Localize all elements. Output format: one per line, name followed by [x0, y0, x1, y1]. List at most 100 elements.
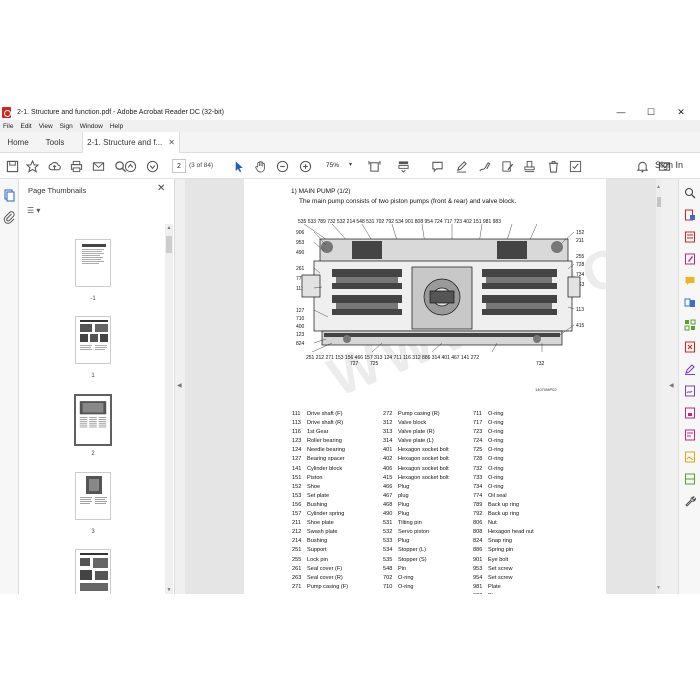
- previous-page-icon[interactable]: [122, 158, 138, 174]
- menu-file[interactable]: File: [3, 123, 13, 130]
- save-icon[interactable]: [4, 158, 20, 174]
- upload-cloud-icon[interactable]: [46, 158, 62, 174]
- parts-list-row: 533 Plug: [383, 538, 468, 547]
- comment-icon[interactable]: [429, 158, 445, 174]
- edit-pdf-icon[interactable]: [684, 253, 696, 265]
- scroll-down-icon[interactable]: ▼: [656, 585, 661, 591]
- maximize-button[interactable]: ☐: [636, 104, 666, 120]
- combine-files-icon[interactable]: [684, 297, 696, 309]
- thumbnail-options-menu[interactable]: ☰ ▾: [27, 206, 40, 215]
- export-pdf-icon[interactable]: [684, 209, 696, 221]
- compress-pdf-icon[interactable]: [684, 341, 696, 353]
- document-scrollbar[interactable]: ▲ ▼: [656, 179, 662, 594]
- print-icon[interactable]: [68, 158, 84, 174]
- attachment-paperclip-icon[interactable]: [3, 211, 16, 224]
- callout-right: 113: [576, 307, 584, 313]
- menu-window[interactable]: Window: [80, 123, 103, 130]
- collapse-panel-arrow-icon[interactable]: ◀: [177, 382, 182, 389]
- part-number: 406: [383, 465, 393, 472]
- parts-list-row: 792 Back up ring: [473, 511, 558, 520]
- part-name: O-ring: [488, 438, 504, 445]
- protect-icon[interactable]: [684, 407, 696, 419]
- parts-list-row: 116 1st Gear: [292, 429, 377, 438]
- thumbnail-page[interactable]: [75, 549, 111, 594]
- scroll-mode-icon[interactable]: [395, 158, 411, 174]
- scroll-up-icon[interactable]: ▲: [656, 184, 661, 190]
- parts-list-row: 212 Swash plate: [292, 529, 377, 538]
- part-name: Seal cover (F): [307, 565, 343, 572]
- thumbnails-scrollbar[interactable]: ▲ ▼: [165, 224, 173, 594]
- close-button[interactable]: ✕: [666, 104, 696, 120]
- send-for-signature-icon[interactable]: [684, 385, 696, 397]
- menu-help[interactable]: Help: [110, 123, 123, 130]
- scroll-down-icon[interactable]: ▼: [165, 587, 173, 593]
- organize-pages-icon[interactable]: [684, 319, 696, 331]
- zoom-level[interactable]: 75%: [326, 162, 339, 169]
- zoom-in-icon[interactable]: [297, 158, 313, 174]
- envelope-icon[interactable]: [90, 158, 106, 174]
- parts-list-row: 415 Hexagon socket bolt: [383, 475, 468, 484]
- thumbnail-page[interactable]: [75, 316, 111, 364]
- menu-edit[interactable]: Edit: [20, 123, 31, 130]
- thumbnail-page[interactable]: [75, 472, 111, 520]
- parts-list-row: 702 O-ring: [383, 575, 468, 584]
- page-thumbnails-icon[interactable]: [3, 189, 16, 202]
- menu-sign[interactable]: Sign: [60, 123, 73, 130]
- parts-list-row: 467 plug: [383, 493, 468, 502]
- comment-tool-icon[interactable]: [684, 275, 696, 287]
- create-pdf-icon[interactable]: [684, 231, 696, 243]
- scrollbar-thumb[interactable]: [166, 236, 172, 253]
- thumbnail-page[interactable]: [75, 239, 111, 287]
- scrollbar-thumb[interactable]: [657, 197, 661, 207]
- request-signatures-icon[interactable]: [684, 451, 696, 463]
- scroll-up-icon[interactable]: ▲: [165, 225, 173, 231]
- parts-list-row: 255 Lock pin: [292, 557, 377, 566]
- parts-list-row: 153 Set plate: [292, 493, 377, 502]
- zoom-dropdown-icon[interactable]: ▾: [349, 161, 352, 168]
- part-number: 156: [292, 501, 302, 508]
- part-name: Needle bearing: [307, 447, 345, 454]
- menu-view[interactable]: View: [39, 123, 53, 130]
- minimize-button[interactable]: —: [606, 104, 636, 120]
- part-number: 886: [473, 547, 483, 554]
- parts-list-row: 261 Seal cover (F): [292, 566, 377, 575]
- part-name: O-ring: [488, 420, 504, 427]
- notifications-bell-icon[interactable]: [634, 158, 650, 174]
- part-name: Spring pin: [488, 547, 514, 554]
- stamp-icon[interactable]: [521, 158, 537, 174]
- edit-text-icon[interactable]: [499, 158, 515, 174]
- parts-list-row: 717 O-ring: [473, 420, 558, 429]
- select-cursor-icon[interactable]: [230, 158, 246, 174]
- more-tools-wrench-icon[interactable]: [684, 495, 696, 507]
- delete-icon[interactable]: [545, 158, 561, 174]
- highlight-pen-icon[interactable]: [453, 158, 469, 174]
- parts-list-row: 251 Support: [292, 547, 377, 556]
- callout-left: 490: [296, 250, 305, 256]
- zoom-out-icon[interactable]: [274, 158, 290, 174]
- part-number: 981: [473, 583, 483, 590]
- more-tools-icon[interactable]: [567, 158, 583, 174]
- search-tools-icon[interactable]: [684, 187, 696, 199]
- callout-right: 211: [576, 238, 584, 244]
- fit-page-icon[interactable]: [366, 158, 382, 174]
- part-name: O-ring: [488, 411, 504, 417]
- parts-list-row: 156 Bushing: [292, 502, 377, 511]
- part-name: Shoe plate: [307, 520, 334, 527]
- tab-close-icon[interactable]: ✕: [168, 138, 175, 147]
- tab-home[interactable]: Home: [0, 132, 36, 153]
- tab-document[interactable]: 2-1. Structure and f... ✕: [82, 132, 180, 153]
- prepare-form-icon[interactable]: [684, 429, 696, 441]
- fill-sign-icon[interactable]: [684, 363, 696, 375]
- expand-tools-arrow-icon[interactable]: ◀: [669, 382, 674, 389]
- next-page-icon[interactable]: [144, 158, 160, 174]
- hand-tool-icon[interactable]: [252, 158, 268, 174]
- sign-in-button[interactable]: Sign In: [655, 160, 683, 170]
- page-number-input[interactable]: 2: [172, 159, 186, 173]
- document-view[interactable]: WWW.EPC.COM 1) MAIN PUMP (1/2) The main …: [185, 179, 662, 594]
- scan-ocr-icon[interactable]: [684, 473, 696, 485]
- draw-icon[interactable]: [476, 158, 492, 174]
- thumbnail-page-selected[interactable]: [74, 394, 112, 446]
- bookmark-star-icon[interactable]: [24, 158, 40, 174]
- tab-tools[interactable]: Tools: [36, 132, 74, 153]
- close-panel-icon[interactable]: ✕: [157, 183, 165, 194]
